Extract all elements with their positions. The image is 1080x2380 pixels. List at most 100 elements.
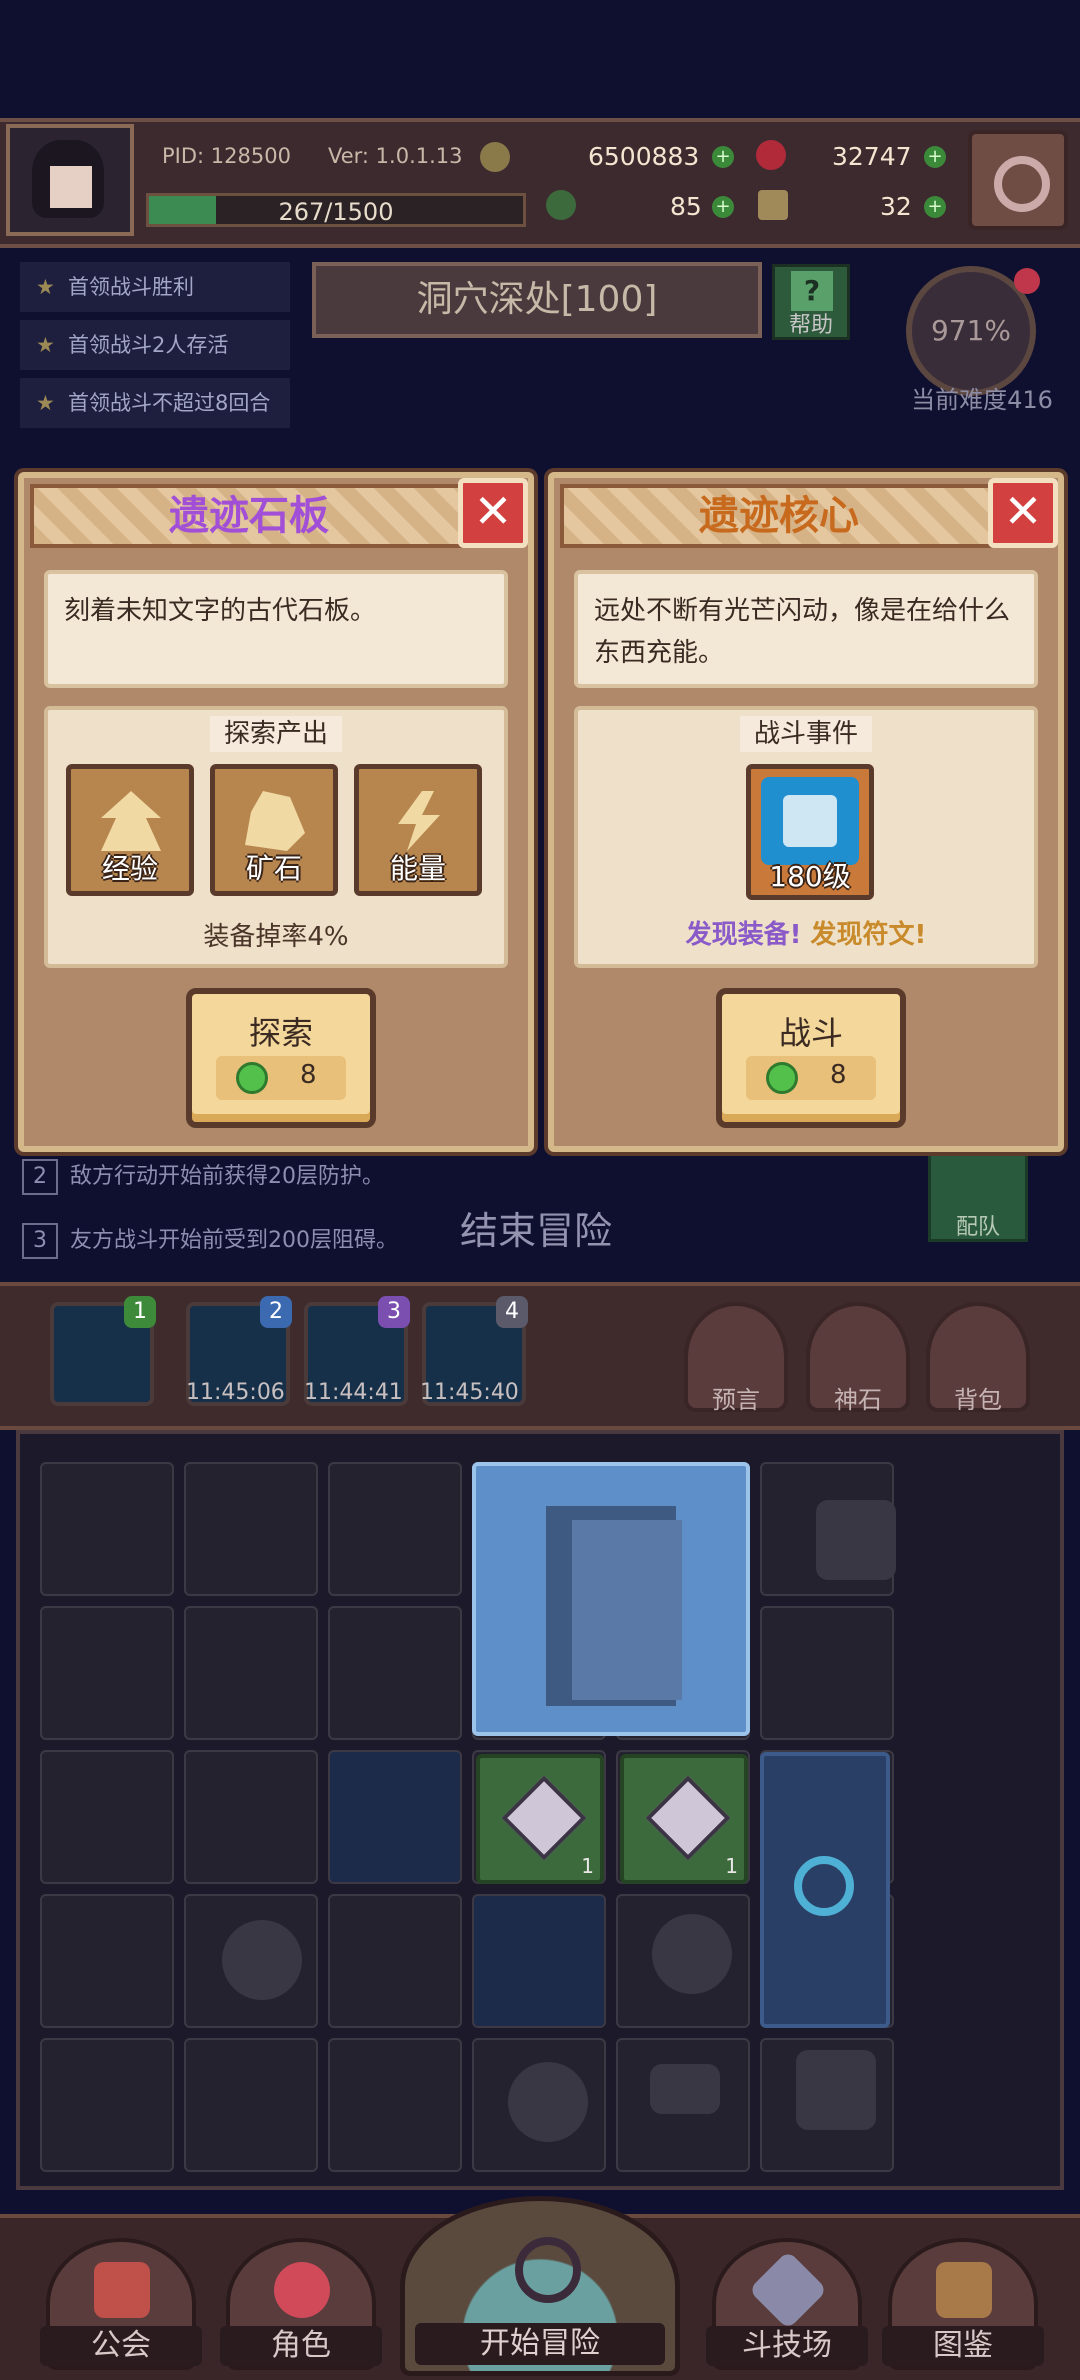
quest-text: 首领战斗不超过8回合 [68,391,271,415]
red-gem-icon [756,140,786,170]
gem-amount: 32747 [832,142,912,171]
grid-cell[interactable] [328,2038,462,2172]
tablet-face [572,1520,682,1700]
ore-tile[interactable]: 1 [476,1754,604,1884]
rule-text: 友方战斗开始前受到200层阻碍。 [70,1228,398,1253]
ore-rock-icon [501,1775,587,1861]
quest-text: 首领战斗胜利 [68,275,194,299]
close-button[interactable]: ✕ [988,478,1058,548]
star-icon: ★ [36,333,55,357]
relic-core-dialog: 遗迹核心 ✕ 远处不断有光芒闪动，像是在给什么东西充能。 战斗事件 180级 发… [548,472,1064,1152]
xp-bar: 267/1500 [146,193,526,227]
help-label: 帮助 [788,313,833,338]
nav-label: 开始冒险 [415,2323,665,2365]
grid-cell[interactable] [184,1462,318,1596]
output-label: 经验 [101,852,158,885]
hidden-scroll-icon [650,2064,720,2114]
magnifier-icon [515,2237,581,2303]
output-ore[interactable]: 矿石 [210,764,338,896]
relic-tablet-tile[interactable] [472,1462,750,1736]
xp-text: 267/1500 [278,198,394,226]
top-hud [0,118,1080,248]
nav-label: 图鉴 [882,2326,1044,2366]
nav-character[interactable]: 角色 [220,2238,382,2370]
dialog-title: 遗迹核心 [699,493,859,539]
grid-cell[interactable] [472,1894,606,2028]
output-label: 矿石 [245,852,302,885]
settings-button[interactable] [968,130,1068,230]
backpack-button[interactable]: 背包 [926,1302,1030,1414]
enemy-face [783,795,837,847]
spiral-icon [794,1856,854,1916]
hidden-rock-icon [222,1920,302,2000]
dialog-description: 刻着未知文字的古代石板。 [44,570,508,688]
close-button[interactable]: ✕ [458,478,528,548]
grid-cell[interactable] [328,1606,462,1740]
clover-icon [546,190,576,220]
add-gold-icon[interactable]: + [712,146,734,168]
enemy-portrait[interactable]: 180级 [746,764,874,900]
gold-amount: 6500883 [588,142,700,171]
rule-text: 敌方行动开始前获得20层防护。 [70,1164,384,1189]
question-icon: ? [791,271,833,311]
quest-text: 首领战斗2人存活 [68,333,229,357]
player-id: PID: 128500 [162,144,291,168]
add-tool-icon[interactable]: + [924,196,946,218]
grid-cell[interactable] [184,1606,318,1740]
end-adventure-button[interactable]: 结束冒险 [460,1200,612,1255]
equipment-drop-rate: 装备掉率4% [203,922,349,952]
player-avatar[interactable] [6,124,134,236]
nav-start-adventure[interactable]: 开始冒险 [400,2196,680,2376]
output-energy[interactable]: 能量 [354,764,482,896]
dialog-description: 远处不断有光芒闪动，像是在给什么东西充能。 [574,570,1038,688]
nav-label: 斗技场 [706,2326,868,2366]
grid-cell[interactable] [184,2038,318,2172]
slot-badge: 3 [378,1296,410,1328]
grid-cell[interactable] [328,1750,462,1884]
avatar-face [50,166,92,208]
nav-arena[interactable]: 斗技场 [706,2238,868,2370]
grid-cell[interactable] [40,1894,174,2028]
team-button[interactable]: 配队 [928,1152,1028,1242]
battle-button[interactable]: 战斗 8 [716,988,906,1128]
explore-button[interactable]: 探索 8 [186,988,376,1128]
grid-cell[interactable] [760,1606,894,1740]
nav-guild[interactable]: 公会 [40,2238,202,2370]
grid-cell[interactable] [328,1462,462,1596]
tool-amount: 32 [880,192,912,221]
crossed-swords-icon [748,2250,828,2330]
grid-cell[interactable] [40,1462,174,1596]
grid-cell[interactable] [40,1750,174,1884]
discover-rune: 发现符文! [810,920,927,950]
grid-cell[interactable] [40,1606,174,1740]
difficulty-label: 当前难度416 [911,386,1053,414]
grid-cell[interactable] [40,2038,174,2172]
slot-badge: 4 [496,1296,528,1328]
prophecy-button[interactable]: 预言 [684,1302,788,1414]
add-gem-icon[interactable]: + [924,146,946,168]
explore-cost-value: 8 [300,1060,317,1090]
help-button[interactable]: ? 帮助 [772,264,850,340]
skill-slot[interactable]: 1 [50,1296,156,1406]
ore-rock-icon [645,1775,731,1861]
add-clover-icon[interactable]: + [712,196,734,218]
ore-tile[interactable]: 1 [620,1754,748,1884]
relic-core-tile[interactable] [760,1752,890,2028]
nav-label: 角色 [220,2326,382,2366]
skill-slot-bar [0,1282,1080,1430]
godstone-button[interactable]: 神石 [806,1302,910,1414]
slot-cooldown-time: 11:45:06 [186,1380,285,1405]
grid-cell[interactable] [184,1750,318,1884]
rule-item: 3 友方战斗开始前受到200层阻碍。 [22,1222,398,1259]
quest-item: ★ 首领战斗胜利 [20,262,290,312]
explore-output-section: 探索产出 经验 矿石 能量 装备掉率4% [44,706,508,968]
output-label: 能量 [389,852,446,885]
gold-coin-icon [480,142,510,172]
star-icon: ★ [36,391,55,415]
battle-button-label: 战斗 [778,1014,843,1052]
nav-codex[interactable]: 图鉴 [882,2238,1044,2370]
output-xp[interactable]: 经验 [66,764,194,896]
notification-dot [1014,268,1040,294]
grid-cell[interactable] [328,1894,462,2028]
clover-amount: 85 [670,192,702,221]
